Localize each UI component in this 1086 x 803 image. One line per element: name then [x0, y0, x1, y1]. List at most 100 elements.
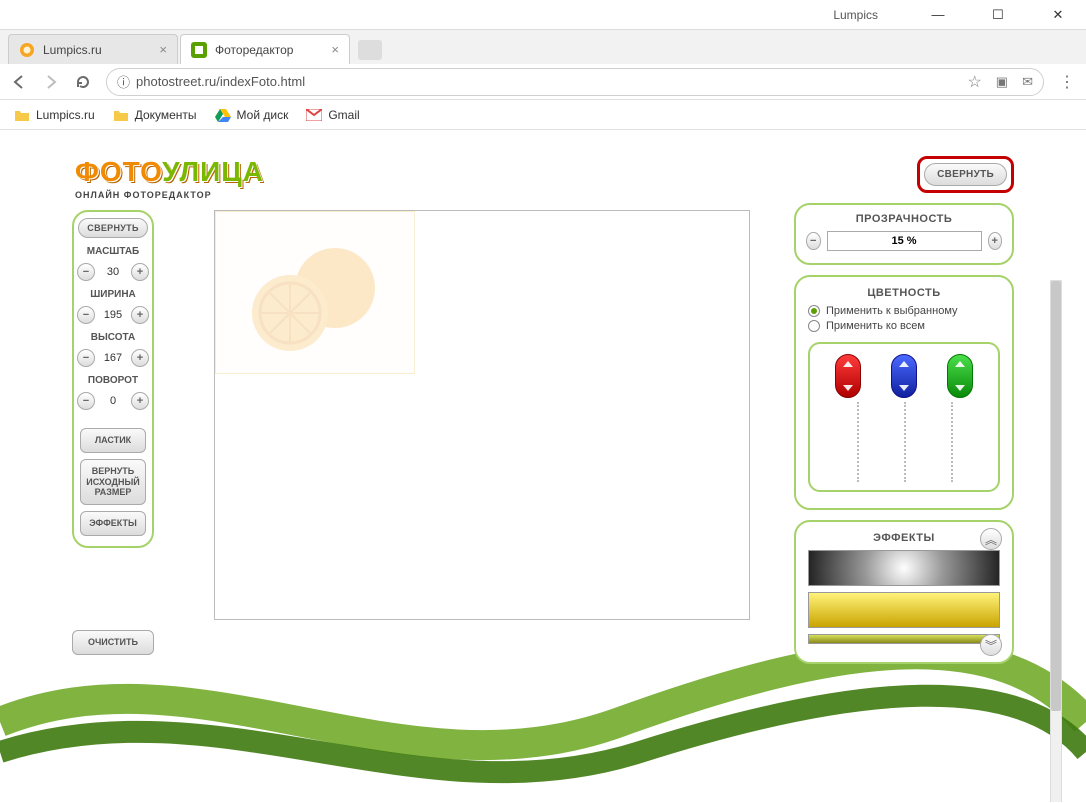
reset-size-button[interactable]: ВЕРНУТЬ ИСХОДНЫЙ РАЗМЕР [80, 459, 146, 505]
bookmark-label: Документы [135, 108, 197, 122]
blue-slider[interactable] [891, 354, 917, 398]
bookmarks-bar: Lumpics.ru Документы Мой диск Gmail [0, 100, 1086, 130]
height-label: ВЫСОТА [91, 332, 135, 343]
info-icon: ⓘ [117, 72, 130, 91]
transparency-title: ПРОЗРАЧНОСТЬ [806, 213, 1002, 225]
mail-icon[interactable]: ✉ [1022, 74, 1033, 90]
scale-plus-button[interactable]: + [131, 263, 149, 281]
effects-scroll-down-button[interactable]: ︾ [980, 634, 1002, 656]
scrollbar-thumb[interactable] [1051, 281, 1061, 711]
radio-icon [808, 305, 820, 317]
page-content: ФОТОУЛИЦА ОНЛАЙН ФОТОРЕДАКТОР СВЕРНУТЬ М… [0, 130, 1086, 802]
scale-minus-button[interactable]: − [77, 263, 95, 281]
drive-icon [215, 107, 231, 123]
collapse-left-button[interactable]: СВЕРНУТЬ [78, 218, 147, 238]
effect-preset-3[interactable] [808, 634, 1000, 644]
window-minimize-button[interactable]: — [918, 1, 958, 29]
rotate-value: 0 [99, 395, 127, 407]
effects-title: ЭФФЕКТЫ [808, 532, 1000, 544]
bookmark-item[interactable]: Мой диск [215, 107, 289, 123]
transparency-panel: ПРОЗРАЧНОСТЬ − + [794, 203, 1014, 265]
scale-value: 30 [99, 266, 127, 278]
apply-selected-radio[interactable]: Применить к выбранному [808, 305, 1000, 317]
rotate-label: ПОВОРОТ [88, 375, 138, 386]
width-plus-button[interactable]: + [131, 306, 149, 324]
window-maximize-button[interactable]: ☐ [978, 1, 1018, 29]
page-scrollbar[interactable] [1050, 280, 1062, 802]
nav-back-button[interactable] [10, 73, 28, 91]
green-slider[interactable] [947, 354, 973, 398]
right-column: СВЕРНУТЬ ПРОЗРАЧНОСТЬ − + ЦВЕТНОСТЬ Прим… [794, 156, 1014, 664]
effects-button[interactable]: ЭФФЕКТЫ [80, 511, 146, 536]
nav-reload-button[interactable] [74, 73, 92, 91]
gmail-icon [306, 107, 322, 123]
browser-tabs: Lumpics.ru × Фоторедактор × [0, 30, 1086, 64]
site-logo: ФОТОУЛИЦА ОНЛАЙН ФОТОРЕДАКТОР [75, 156, 264, 200]
radio-label: Применить к выбранному [826, 305, 958, 317]
folder-icon [14, 107, 30, 123]
canvas-area[interactable] [214, 210, 750, 620]
height-minus-button[interactable]: − [77, 349, 95, 367]
address-bar-row: ⓘ photostreet.ru/indexFoto.html ☆ ▣ ✉ ⋮ [0, 64, 1086, 100]
bookmark-star-icon[interactable]: ☆ [967, 72, 981, 92]
slider-track [904, 402, 906, 482]
effect-preset-2[interactable] [808, 592, 1000, 628]
color-panel: ЦВЕТНОСТЬ Применить к выбранному Примени… [794, 275, 1014, 510]
width-label: ШИРИНА [90, 289, 136, 300]
apply-all-radio[interactable]: Применить ко всем [808, 320, 1000, 332]
height-plus-button[interactable]: + [131, 349, 149, 367]
canvas-image[interactable] [215, 211, 415, 374]
bookmark-item[interactable]: Документы [113, 107, 197, 123]
favicon-icon [191, 42, 207, 58]
bookmark-label: Gmail [328, 108, 359, 122]
height-value: 167 [99, 352, 127, 364]
bookmark-label: Мой диск [237, 108, 289, 122]
bookmark-item[interactable]: Gmail [306, 107, 359, 123]
width-minus-button[interactable]: − [77, 306, 95, 324]
eraser-button[interactable]: ЛАСТИК [80, 428, 146, 453]
radio-label: Применить ко всем [826, 320, 925, 332]
new-tab-button[interactable] [358, 40, 382, 60]
bookmark-label: Lumpics.ru [36, 108, 95, 122]
tab-close-button[interactable]: × [159, 42, 167, 57]
logo-word-1: ФОТО [75, 156, 162, 187]
radio-icon [808, 320, 820, 332]
transparency-minus-button[interactable]: − [806, 232, 821, 250]
clear-button[interactable]: ОЧИСТИТЬ [72, 630, 154, 655]
left-panel: СВЕРНУТЬ МАСШТАБ − 30 + ШИРИНА − 195 + В… [72, 210, 154, 548]
tab-photoeditor[interactable]: Фоторедактор × [180, 34, 350, 64]
rotate-minus-button[interactable]: − [77, 392, 95, 410]
extension-icon[interactable]: ▣ [996, 74, 1008, 90]
address-bar[interactable]: ⓘ photostreet.ru/indexFoto.html ☆ ▣ ✉ [106, 68, 1044, 96]
transparency-plus-button[interactable]: + [988, 232, 1003, 250]
tab-lumpics[interactable]: Lumpics.ru × [8, 34, 178, 64]
tab-label: Фоторедактор [215, 43, 293, 57]
folder-icon [113, 107, 129, 123]
transparency-input[interactable] [827, 231, 982, 251]
collapse-highlight: СВЕРНУТЬ [917, 156, 1014, 193]
rotate-plus-button[interactable]: + [131, 392, 149, 410]
effects-panel: ︽ ЭФФЕКТЫ ︾ [794, 520, 1014, 664]
url-text: photostreet.ru/indexFoto.html [136, 74, 305, 89]
nav-forward-button[interactable] [42, 73, 60, 91]
color-title: ЦВЕТНОСТЬ [808, 287, 1000, 299]
window-titlebar: Lumpics — ☐ ✕ [0, 0, 1086, 30]
tab-close-button[interactable]: × [331, 42, 339, 57]
logo-sub: ОНЛАЙН ФОТОРЕДАКТОР [75, 190, 264, 200]
tab-label: Lumpics.ru [43, 43, 102, 57]
slider-track [857, 402, 859, 482]
effect-preset-1[interactable] [808, 550, 1000, 586]
logo-word-2: УЛИЦА [162, 156, 264, 187]
effects-scroll-up-button[interactable]: ︽ [980, 528, 1002, 550]
red-slider[interactable] [835, 354, 861, 398]
favicon-icon [19, 42, 35, 58]
slider-track [951, 402, 953, 482]
color-sliders-box [808, 342, 1000, 492]
window-title: Lumpics [833, 8, 878, 22]
collapse-right-button[interactable]: СВЕРНУТЬ [924, 163, 1007, 186]
bookmark-item[interactable]: Lumpics.ru [14, 107, 95, 123]
browser-menu-button[interactable]: ⋮ [1058, 73, 1076, 91]
scale-label: МАСШТАБ [87, 246, 139, 257]
width-value: 195 [99, 309, 127, 321]
window-close-button[interactable]: ✕ [1038, 1, 1078, 29]
